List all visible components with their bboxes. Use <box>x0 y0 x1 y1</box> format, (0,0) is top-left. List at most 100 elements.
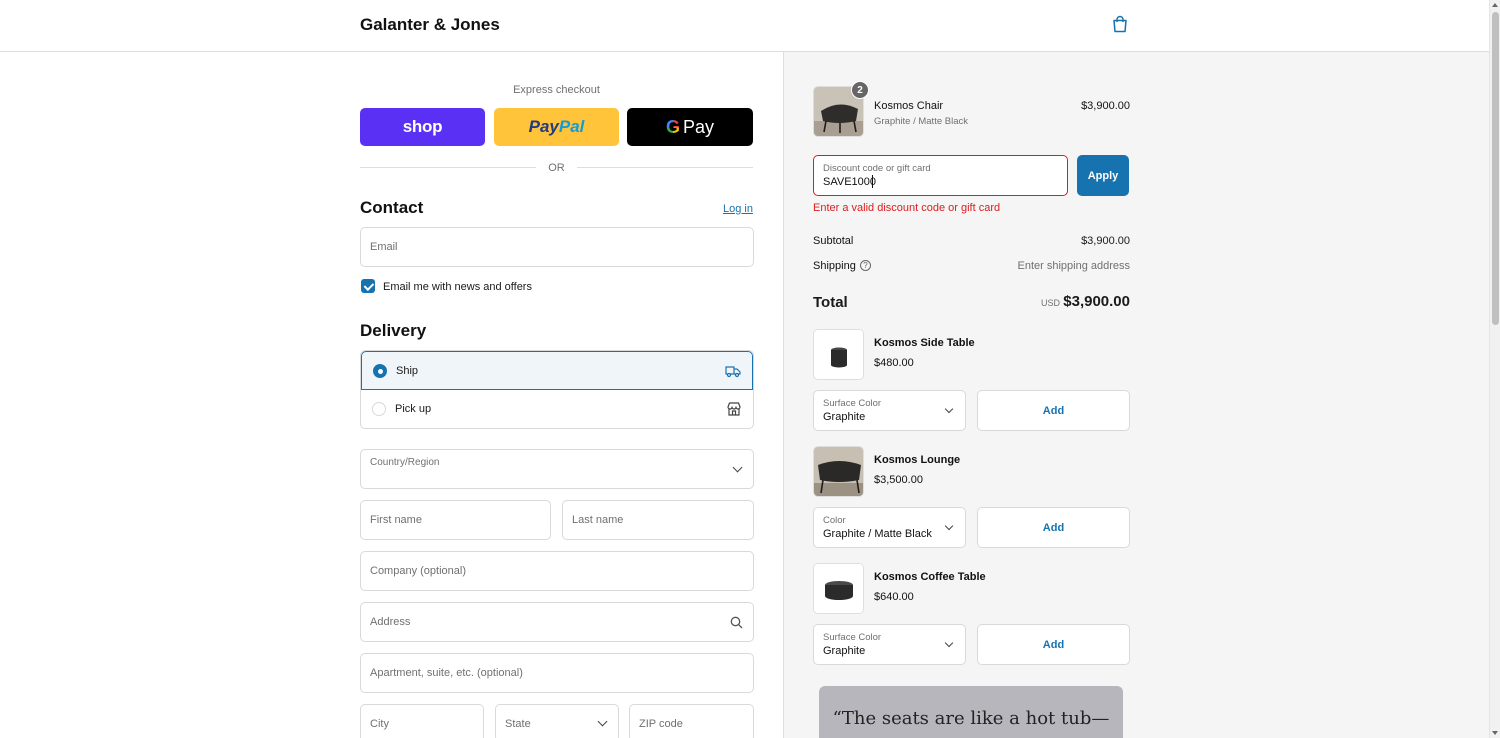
apartment-placeholder: Apartment, suite, etc. (optional) <box>370 667 523 679</box>
total-label: Total <box>813 294 848 311</box>
variant-select-label: Surface Color <box>823 398 882 409</box>
chevron-down-icon <box>944 521 954 531</box>
shipping-label: Shipping <box>813 260 856 272</box>
variant-select-label: Color <box>823 515 846 526</box>
chevron-down-icon <box>944 638 954 648</box>
store-brand[interactable]: Galanter & Jones <box>360 15 500 35</box>
product-price: $3,900.00 <box>1081 100 1130 112</box>
upsell-variant-select[interactable]: Surface Color Graphite <box>813 624 966 665</box>
pickup-option[interactable]: Pick up <box>361 390 753 428</box>
paypal-button[interactable]: Pay Pal <box>494 108 619 146</box>
scroll-up-arrow-icon[interactable] <box>1492 3 1498 7</box>
ship-option-label: Ship <box>396 365 419 377</box>
divider-line-right <box>577 167 753 168</box>
delivery-method-group: Ship Pick up <box>360 350 754 429</box>
upsell-product-name: Kosmos Side Table <box>874 337 975 349</box>
product-name: Kosmos Chair <box>874 100 944 112</box>
or-label: OR <box>548 162 565 174</box>
pickup-radio[interactable] <box>372 402 386 416</box>
upsell-product-price: $640.00 <box>874 591 914 603</box>
coffee-table-image <box>814 564 863 613</box>
address-placeholder: Address <box>370 616 411 628</box>
paypal-logo-part2: Pal <box>558 117 585 136</box>
discount-code-input[interactable]: Discount code or gift card SAVE1000 <box>813 155 1068 196</box>
lounge-image <box>814 447 863 496</box>
zip-placeholder: ZIP code <box>639 718 683 730</box>
scrollbar-thumb[interactable] <box>1492 12 1499 325</box>
apply-discount-button[interactable]: Apply <box>1077 155 1129 196</box>
email-field[interactable]: Email <box>360 227 754 267</box>
subtotal-label: Subtotal <box>813 235 854 247</box>
email-placeholder: Email <box>370 241 398 253</box>
city-placeholder: City <box>370 718 389 730</box>
first-name-field[interactable]: First name <box>360 500 551 540</box>
state-select[interactable]: State <box>495 704 619 738</box>
last-name-field[interactable]: Last name <box>562 500 754 540</box>
upsell-product-name: Kosmos Coffee Table <box>874 571 986 583</box>
apartment-field[interactable]: Apartment, suite, etc. (optional) <box>360 653 754 693</box>
zip-field[interactable]: ZIP code <box>629 704 754 738</box>
google-g-icon: G <box>665 116 680 137</box>
add-upsell-button[interactable]: Add <box>977 507 1130 548</box>
or-divider: OR <box>360 160 753 176</box>
add-upsell-button[interactable]: Add <box>977 390 1130 431</box>
express-checkout-label: Express checkout <box>513 84 600 96</box>
side-table-image <box>814 330 863 379</box>
upsell-thumbnail <box>813 446 864 497</box>
store-icon <box>727 402 741 416</box>
chevron-down-icon <box>732 462 743 473</box>
discount-value: SAVE1000 <box>823 176 877 188</box>
upsell-thumbnail <box>813 329 864 380</box>
google-pay-label: Pay <box>682 116 715 137</box>
shop-pay-logo: shop <box>402 117 443 136</box>
newsletter-checkbox[interactable] <box>361 279 375 293</box>
last-name-placeholder: Last name <box>572 514 624 526</box>
testimonial-quote: “The seats are like a hot tub— <box>832 708 1110 729</box>
scroll-down-arrow-icon[interactable] <box>1492 731 1498 735</box>
city-field[interactable]: City <box>360 704 484 738</box>
chevron-down-icon <box>944 404 954 414</box>
state-placeholder: State <box>505 718 531 730</box>
discount-error-message: Enter a valid discount code or gift card <box>813 202 1001 214</box>
first-name-placeholder: First name <box>370 514 422 526</box>
quantity-badge: 2 <box>851 81 869 99</box>
shop-pay-button[interactable]: shop <box>360 108 485 146</box>
paypal-logo-part1: Pay <box>528 117 559 136</box>
upsell-product-price: $3,500.00 <box>874 474 923 486</box>
google-pay-button[interactable]: G Pay <box>627 108 753 146</box>
truck-icon <box>725 366 741 378</box>
search-icon <box>730 616 743 629</box>
header: Galanter & Jones <box>0 0 1489 52</box>
chevron-down-icon <box>597 716 608 727</box>
variant-select-value: Graphite <box>823 411 866 423</box>
page-scrollbar[interactable] <box>1489 0 1500 738</box>
upsell-product-name: Kosmos Lounge <box>874 454 961 466</box>
upsell-product-price: $480.00 <box>874 357 914 369</box>
discount-label: Discount code or gift card <box>823 163 931 174</box>
company-field[interactable]: Company (optional) <box>360 551 754 591</box>
ship-radio[interactable] <box>373 364 387 378</box>
total-currency: USD <box>1041 298 1061 308</box>
upsell-variant-select[interactable]: Color Graphite / Matte Black <box>813 507 966 548</box>
ship-option[interactable]: Ship <box>361 351 753 390</box>
info-icon[interactable]: ? <box>860 260 871 271</box>
add-upsell-button[interactable]: Add <box>977 624 1130 665</box>
address-field[interactable]: Address <box>360 602 754 642</box>
total-value: $3,900.00 <box>1063 293 1130 310</box>
variant-select-value: Graphite / Matte Black <box>823 528 932 540</box>
country-select[interactable]: Country/Region <box>360 449 754 489</box>
variant-select-label: Surface Color <box>823 632 882 643</box>
upsell-variant-select[interactable]: Surface Color Graphite <box>813 390 966 431</box>
login-link[interactable]: Log in <box>723 203 753 215</box>
country-label: Country/Region <box>370 457 440 468</box>
upsell-thumbnail <box>813 563 864 614</box>
pickup-option-label: Pick up <box>395 403 432 415</box>
subtotal-value: $3,900.00 <box>1081 235 1130 247</box>
shopping-bag-icon[interactable] <box>1111 15 1129 33</box>
newsletter-label: Email me with news and offers <box>383 281 532 293</box>
variant-select-value: Graphite <box>823 645 866 657</box>
contact-heading: Contact <box>360 198 424 217</box>
company-placeholder: Company (optional) <box>370 565 466 577</box>
product-variant: Graphite / Matte Black <box>874 116 968 127</box>
delivery-heading: Delivery <box>360 321 427 340</box>
